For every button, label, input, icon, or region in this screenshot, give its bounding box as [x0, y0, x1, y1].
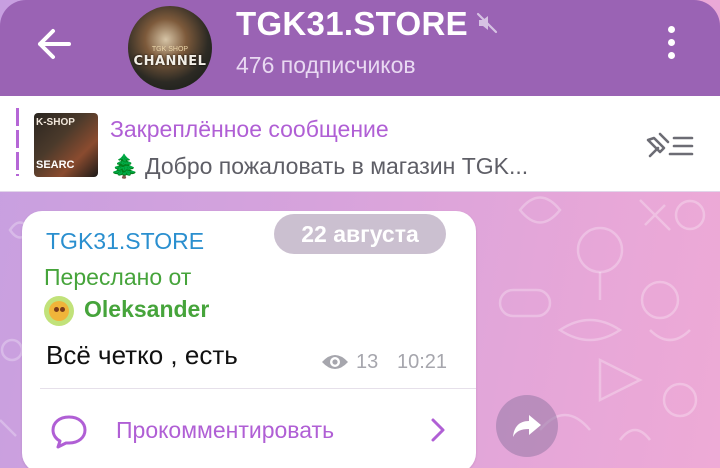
- pinned-indicator: [16, 108, 19, 176]
- avatar-subtext: TGK SHOP: [151, 46, 189, 53]
- avatar-eye: [60, 307, 65, 312]
- channel-title[interactable]: TGK31.STORE: [236, 4, 468, 44]
- pinned-thumbnail: K-SHOP SEARC: [34, 113, 98, 177]
- channel-header: TGK SHOP CHANNEL TGK31.STORE 476 подписч…: [0, 0, 720, 96]
- avatar-text: CHANNEL: [133, 54, 207, 69]
- channel-avatar[interactable]: TGK SHOP CHANNEL: [128, 6, 212, 90]
- message-sender[interactable]: TGK31.STORE: [46, 226, 204, 256]
- menu-dot: [667, 25, 675, 33]
- comment-button[interactable]: Прокомментировать: [116, 414, 334, 446]
- arrow-left-icon: [38, 29, 71, 59]
- view-count: 13: [356, 351, 379, 373]
- message-time: 10:21: [397, 351, 448, 373]
- pinned-title: Закреплённое сообщение: [110, 116, 389, 142]
- pinned-preview-text: 🌲 Добро пожаловать в магазин TGK...: [110, 150, 528, 182]
- eye-icon: [322, 355, 348, 369]
- tree-emoji: 🌲: [110, 153, 139, 179]
- date-badge: 22 августа: [274, 214, 446, 254]
- thumb-caption-bottom: SEARC: [36, 159, 75, 171]
- forwarded-from-name[interactable]: Oleksander: [84, 294, 209, 324]
- forwarded-avatar[interactable]: [44, 296, 74, 326]
- muted-speaker-icon: [476, 12, 498, 34]
- thumb-caption-top: K-SHOP: [36, 117, 75, 128]
- comment-divider: [40, 388, 476, 389]
- more-menu-button[interactable]: [656, 20, 686, 64]
- forwarded-label: Переслано от: [44, 264, 192, 290]
- message-text: Всё четко , есть: [46, 340, 238, 370]
- share-arrow-icon: [513, 415, 541, 437]
- chevron-right-icon[interactable]: [428, 416, 448, 444]
- back-button[interactable]: [28, 22, 80, 66]
- comment-bubble-icon[interactable]: [50, 414, 88, 450]
- avatar-eye: [54, 307, 59, 312]
- share-button[interactable]: [496, 395, 558, 457]
- pin-list-icon[interactable]: [640, 126, 696, 166]
- menu-dot: [667, 38, 675, 46]
- subscriber-count: 476 подписчиков: [236, 52, 416, 78]
- pinned-preview-label: Добро пожаловать в магазин TGK...: [145, 153, 529, 179]
- menu-dot: [667, 51, 675, 59]
